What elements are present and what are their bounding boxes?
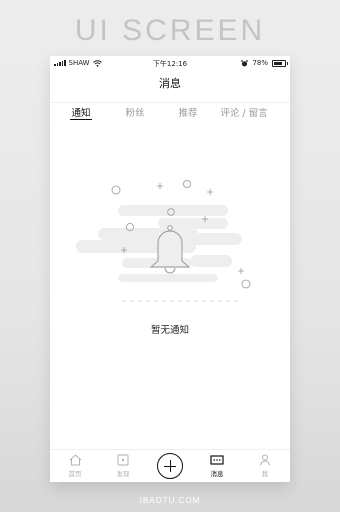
page-title: 消息 [159,77,181,90]
user-icon [260,454,270,466]
message-icon [210,455,224,465]
tabbar-label-me: 我 [261,470,269,478]
tabbar-item-home[interactable]: 首页 [55,454,95,478]
phone-screen: SHAW 下午12:16 78% 消息 通知 粉丝 推荐 评论 / 留言 暂无通… [50,56,290,482]
discover-icon [117,454,129,466]
empty-state-text: 暂无通知 [150,325,189,336]
tabbar-label-home: 首页 [68,470,82,478]
bottom-tab-bar: 首页 发现 消息 我 [50,449,290,482]
battery-icon [272,59,288,67]
status-bar: SHAW 下午12:16 78% [50,56,290,70]
battery-percent: 78% [252,59,268,67]
tabbar-item-discover[interactable]: 发现 [103,454,143,478]
watermark: IBAOTU.COM [139,496,201,505]
tab-strip: 通知 粉丝 推荐 评论 / 留言 [50,102,290,120]
tabbar-label-discover: 发现 [116,470,130,478]
tab-fans[interactable]: 粉丝 [124,103,146,120]
tab-recommend[interactable]: 推荐 [177,103,199,120]
tabbar-item-me[interactable]: 我 [245,454,285,478]
page-banner: UI SCREEN [74,14,266,47]
home-icon [69,454,81,466]
tab-notifications[interactable]: 通知 [70,103,92,120]
add-post-button[interactable] [157,453,183,479]
alarm-icon [241,59,249,66]
tabbar-label-messages: 消息 [210,470,224,478]
tabbar-item-messages[interactable]: 消息 [197,454,237,478]
tab-comments[interactable]: 评论 / 留言 [218,103,270,120]
empty-illustration [76,180,251,302]
